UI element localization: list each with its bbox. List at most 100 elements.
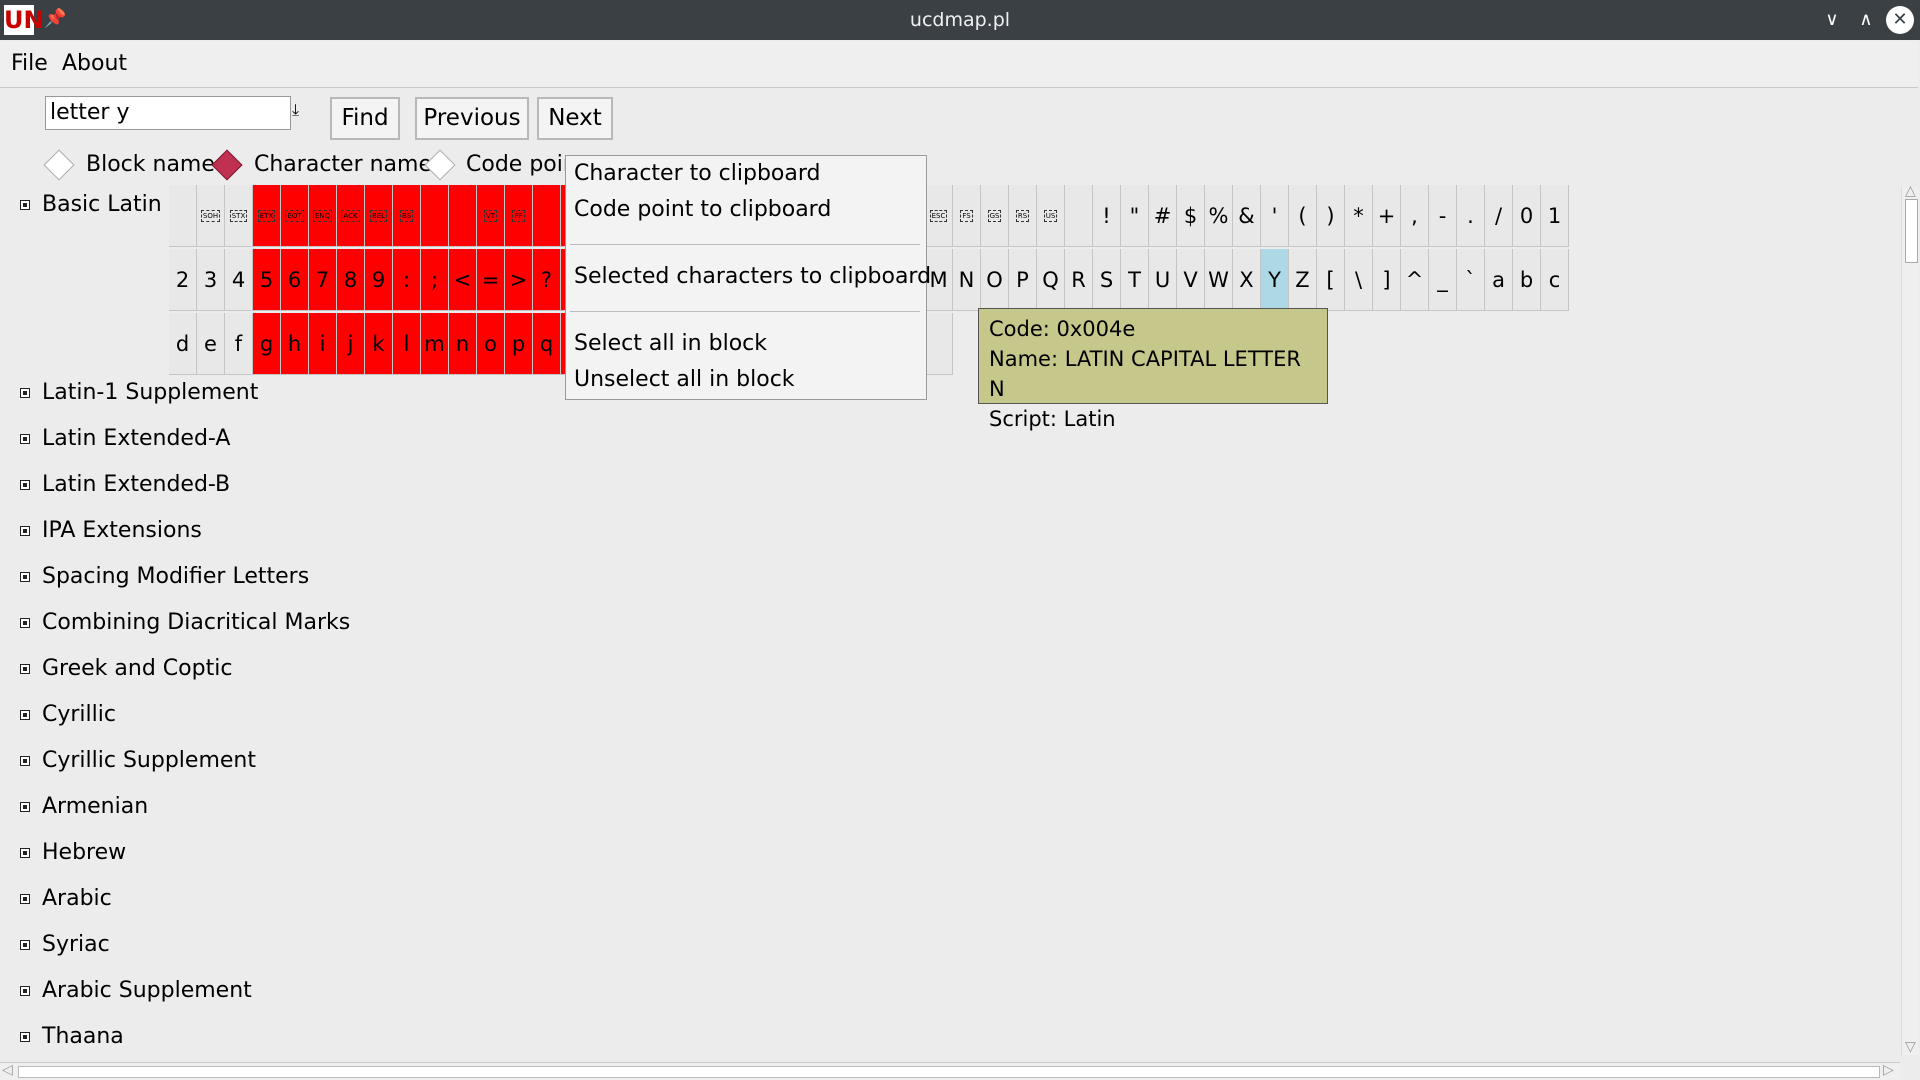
char-cell[interactable]: ^ [1401,249,1429,311]
menu-item-char-to-clipboard[interactable]: Character to clipboard [574,161,821,186]
char-cell[interactable]: EOT [281,185,309,247]
char-cell[interactable]: % [1205,185,1233,247]
char-cell[interactable]: " [1121,185,1149,247]
char-cell[interactable]: \ [1345,249,1373,311]
char-cell[interactable]: T [1121,249,1149,311]
char-cell[interactable] [449,185,477,247]
search-input[interactable]: letter y [45,96,291,130]
char-cell[interactable]: P [1009,249,1037,311]
char-cell[interactable]: R [1065,249,1093,311]
menu-file[interactable]: File [11,51,48,76]
char-cell[interactable]: 4 [225,249,253,311]
char-cell[interactable]: ) [1317,185,1345,247]
find-button[interactable]: Find [330,97,400,140]
char-cell[interactable]: c [1541,249,1569,311]
char-cell[interactable]: SOH [197,185,225,247]
char-cell[interactable]: ( [1289,185,1317,247]
char-cell[interactable]: * [1345,185,1373,247]
char-cell[interactable]: m [421,313,449,375]
char-cell[interactable]: RS [1009,185,1037,247]
dropdown-arrow-icon[interactable]: ⤓ [292,100,299,120]
char-cell[interactable] [421,185,449,247]
char-cell[interactable]: 1 [1541,185,1569,247]
char-cell[interactable]: VT [477,185,505,247]
expand-icon[interactable] [20,480,30,490]
expand-icon[interactable] [20,526,30,536]
char-cell[interactable]: Y [1261,249,1289,311]
char-cell[interactable]: 7 [309,249,337,311]
maximize-icon[interactable]: ∧ [1852,6,1880,34]
char-cell[interactable]: ? [533,249,561,311]
expand-icon[interactable] [20,894,30,904]
char-cell[interactable]: p [505,313,533,375]
char-cell[interactable]: h [281,313,309,375]
menu-about[interactable]: About [62,51,127,76]
char-cell[interactable]: ETX [253,185,281,247]
char-cell[interactable]: l [393,313,421,375]
char-cell[interactable]: GS [981,185,1009,247]
expand-icon[interactable] [20,618,30,628]
char-cell[interactable]: [ [1317,249,1345,311]
char-cell[interactable]: ] [1373,249,1401,311]
scroll-down-icon[interactable]: ▽ [1905,1039,1916,1055]
expand-icon[interactable] [20,434,30,444]
char-cell[interactable] [533,185,561,247]
char-cell[interactable]: Q [1037,249,1065,311]
char-cell[interactable]: STX [225,185,253,247]
char-cell[interactable]: . [1457,185,1485,247]
scroll-right-icon[interactable]: ▷ [1883,1062,1894,1078]
char-cell[interactable]: / [1485,185,1513,247]
menu-item-code-to-clipboard[interactable]: Code point to clipboard [574,197,831,222]
char-cell[interactable]: a [1485,249,1513,311]
char-cell[interactable]: V [1177,249,1205,311]
char-cell[interactable]: O [981,249,1009,311]
char-cell[interactable]: > [505,249,533,311]
char-cell[interactable]: 6 [281,249,309,311]
expand-icon[interactable] [20,848,30,858]
char-cell[interactable]: i [309,313,337,375]
char-cell[interactable]: q [533,313,561,375]
next-button[interactable]: Next [537,97,613,140]
char-cell[interactable]: & [1233,185,1261,247]
char-cell[interactable]: Z [1289,249,1317,311]
char-cell[interactable]: N [953,249,981,311]
char-cell[interactable]: 0 [1513,185,1541,247]
char-cell[interactable]: 8 [337,249,365,311]
expand-icon[interactable] [20,756,30,766]
horizontal-scroll-thumb[interactable] [18,1066,1880,1078]
char-cell[interactable]: _ [1429,249,1457,311]
expand-icon[interactable] [20,200,30,210]
char-cell[interactable]: + [1373,185,1401,247]
char-cell[interactable]: US [1037,185,1065,247]
char-cell[interactable]: W [1205,249,1233,311]
char-cell[interactable]: FS [953,185,981,247]
char-cell[interactable]: ACK [337,185,365,247]
char-cell[interactable]: ENQ [309,185,337,247]
radio-character-name[interactable] [211,149,243,181]
char-cell[interactable]: b [1513,249,1541,311]
expand-icon[interactable] [20,1032,30,1042]
previous-button[interactable]: Previous [415,97,529,140]
char-cell[interactable]: k [365,313,393,375]
expand-icon[interactable] [20,986,30,996]
char-cell[interactable]: # [1149,185,1177,247]
close-icon[interactable]: ✕ [1886,6,1914,34]
char-cell[interactable]: e [197,313,225,375]
char-cell[interactable]: 2 [169,249,197,311]
minimize-icon[interactable]: ∨ [1818,6,1846,34]
char-cell[interactable]: f [225,313,253,375]
vertical-scroll-thumb[interactable] [1905,199,1918,263]
expand-icon[interactable] [20,710,30,720]
char-cell[interactable]: ESC [925,185,953,247]
char-cell[interactable]: : [393,249,421,311]
char-cell[interactable]: S [1093,249,1121,311]
menu-item-unselect-all[interactable]: Unselect all in block [574,367,795,392]
char-cell[interactable]: - [1429,185,1457,247]
char-cell[interactable]: ! [1093,185,1121,247]
char-cell[interactable]: , [1401,185,1429,247]
expand-icon[interactable] [20,664,30,674]
menu-item-select-all[interactable]: Select all in block [574,331,767,356]
char-cell[interactable]: ' [1261,185,1289,247]
scroll-up-icon[interactable]: △ [1905,183,1916,199]
expand-icon[interactable] [20,388,30,398]
